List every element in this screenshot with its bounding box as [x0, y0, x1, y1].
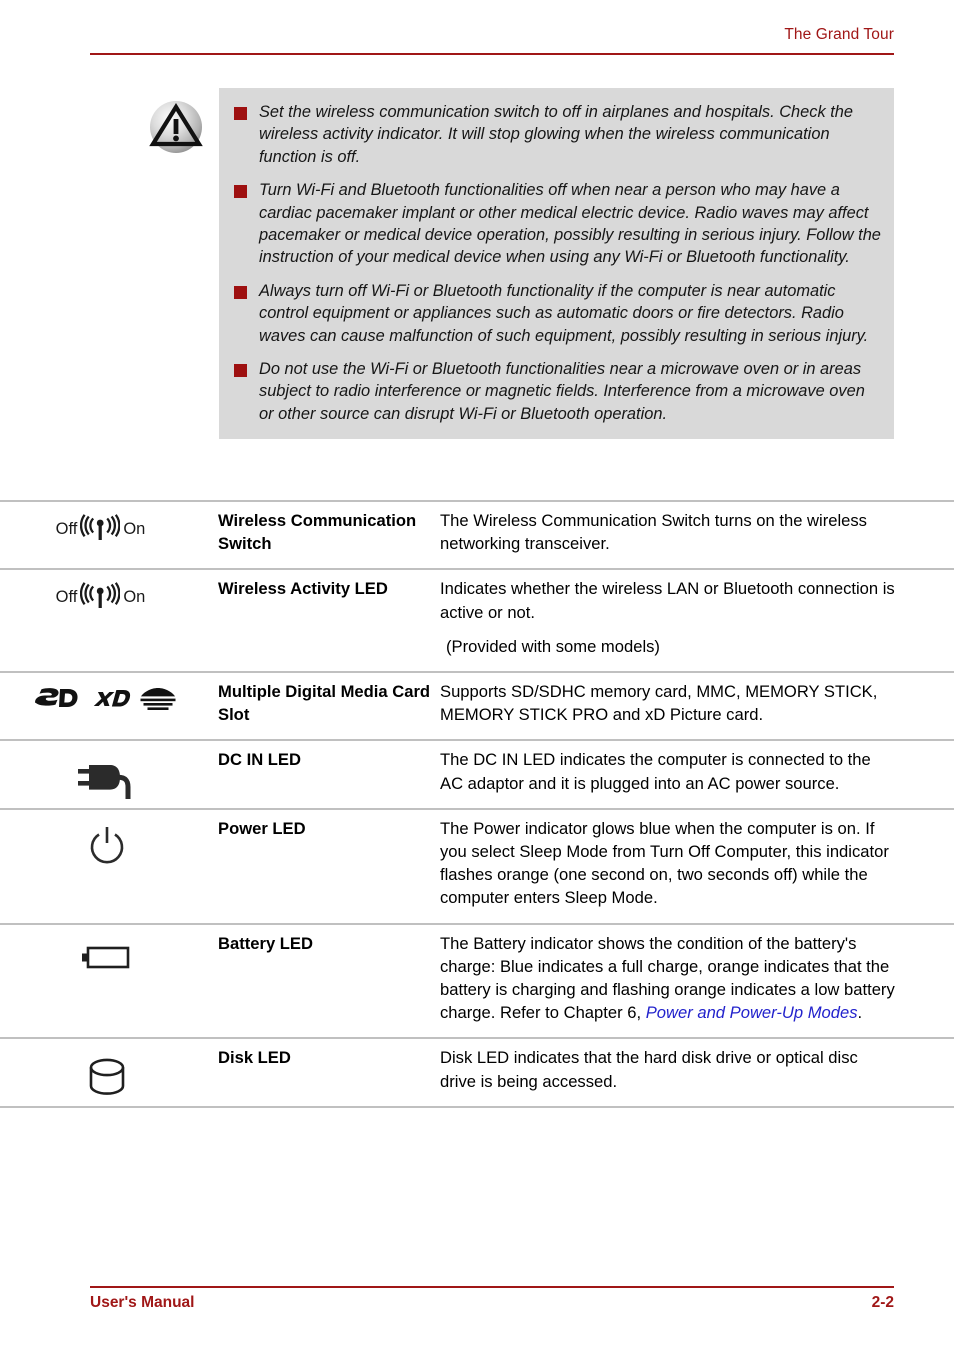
page-footer: User's Manual 2-2	[0, 1270, 954, 1352]
indicator-name: Wireless Communication Switch	[218, 511, 417, 553]
wireless-activity-icon: Off On	[0, 570, 213, 671]
footer-manual-label: User's Manual	[90, 1294, 195, 1311]
indicator-description-text: The Power indicator glows blue when the …	[440, 818, 889, 908]
caution-textbox: Set the wireless communication switch to…	[219, 88, 894, 440]
table-row: DC IN LED The DC IN LED indicates the co…	[0, 739, 954, 807]
table-row: Disk LED Disk LED indicates that the har…	[0, 1037, 954, 1105]
table-row: Power LED The Power indicator glows blue…	[0, 807, 954, 923]
table-row: Off On Wireless Activity LED Indicates w…	[0, 568, 954, 671]
bullet-square-icon	[234, 285, 247, 299]
indicator-name: Disk LED	[218, 1048, 291, 1068]
indicator-description-text: The Battery indicator shows the conditio…	[440, 932, 896, 1025]
dc-in-plug-icon	[0, 741, 213, 807]
indicator-name: Multiple Digital Media Card Slot	[218, 682, 431, 725]
indicator-description: The Power indicator glows blue when the …	[440, 810, 954, 923]
wireless-on-label: On	[123, 587, 146, 606]
header-divider	[90, 53, 894, 55]
indicator-description-text: The DC IN LED indicates the computer is …	[440, 750, 871, 793]
caution-block: Set the wireless communication switch to…	[0, 88, 954, 490]
power-symbol-icon	[0, 810, 213, 923]
disk-cylinder-icon	[0, 1039, 213, 1105]
indicator-name: Battery LED	[218, 933, 313, 953]
indicator-description: Indicates whether the wireless LAN or Bl…	[440, 570, 954, 671]
bullet-square-icon	[234, 364, 247, 378]
table-row: Battery LED The Battery indicator shows …	[0, 922, 954, 1038]
indicator-description-text: Disk LED indicates that the hard disk dr…	[440, 1048, 858, 1091]
wireless-off-label: Off	[55, 587, 78, 606]
caution-item-text: Always turn off Wi-Fi or Bluetooth funct…	[259, 281, 869, 345]
footer-divider	[90, 1286, 894, 1288]
wireless-switch-icon: Off On	[0, 502, 213, 568]
page-header: The Grand Tour	[0, 0, 954, 62]
indicator-name: DC IN LED	[218, 750, 301, 770]
indicator-description: The DC IN LED indicates the computer is …	[440, 741, 954, 807]
header-chapter-title: The Grand Tour	[784, 26, 894, 43]
table-bottom-divider	[0, 1105, 954, 1108]
table-row: Off On Wireless Communication Switch The…	[0, 500, 954, 568]
table-row: Multiple Digital Media Card Slot Support…	[0, 671, 954, 739]
indicator-table: Off On Wireless Communication Switch The…	[0, 500, 954, 1108]
caution-item: Turn Wi-Fi and Bluetooth functionalities…	[219, 179, 882, 269]
caution-item: Always turn off Wi-Fi or Bluetooth funct…	[219, 280, 882, 347]
caution-item-text: Set the wireless communication switch to…	[259, 103, 854, 166]
indicator-description: Supports SD/SDHC memory card, MMC, MEMOR…	[440, 673, 954, 739]
battery-icon	[0, 925, 213, 1038]
sd-card-icon	[34, 688, 78, 708]
footer-page-number: 2-2	[871, 1294, 894, 1311]
caution-item-text: Do not use the Wi-Fi or Bluetooth functi…	[259, 360, 865, 423]
indicator-description: Disk LED indicates that the hard disk dr…	[440, 1039, 954, 1105]
battery-description-end: .	[857, 1003, 863, 1023]
media-card-icons	[0, 673, 213, 739]
xd-card-icon	[93, 690, 130, 707]
indicator-description-text: Supports SD/SDHC memory card, MMC, MEMOR…	[440, 682, 878, 725]
indicator-description: The Wireless Communication Switch turns …	[440, 502, 954, 568]
wireless-on-label: On	[123, 519, 146, 538]
bullet-square-icon	[234, 107, 247, 120]
indicator-description-text: Indicates whether the wireless LAN or Bl…	[440, 579, 895, 622]
caution-item: Do not use the Wi-Fi or Bluetooth functi…	[219, 358, 882, 425]
caution-item-text: Turn Wi-Fi and Bluetooth functionalities…	[259, 181, 881, 267]
indicator-name: Power LED	[218, 818, 306, 838]
chapter-cross-reference-link[interactable]: Power and Power-Up Modes	[646, 1003, 858, 1022]
warning-triangle-icon	[147, 98, 205, 156]
bullet-square-icon	[234, 185, 247, 199]
wireless-off-label: Off	[55, 519, 78, 538]
indicator-description-note: (Provided with some models)	[446, 636, 660, 656]
indicator-description: The Battery indicator shows the conditio…	[440, 925, 954, 1038]
indicator-name: Wireless Activity LED	[218, 579, 388, 599]
indicator-description-text: The Wireless Communication Switch turns …	[440, 511, 867, 554]
caution-item: Set the wireless communication switch to…	[219, 101, 882, 168]
memory-stick-icon	[140, 688, 175, 711]
